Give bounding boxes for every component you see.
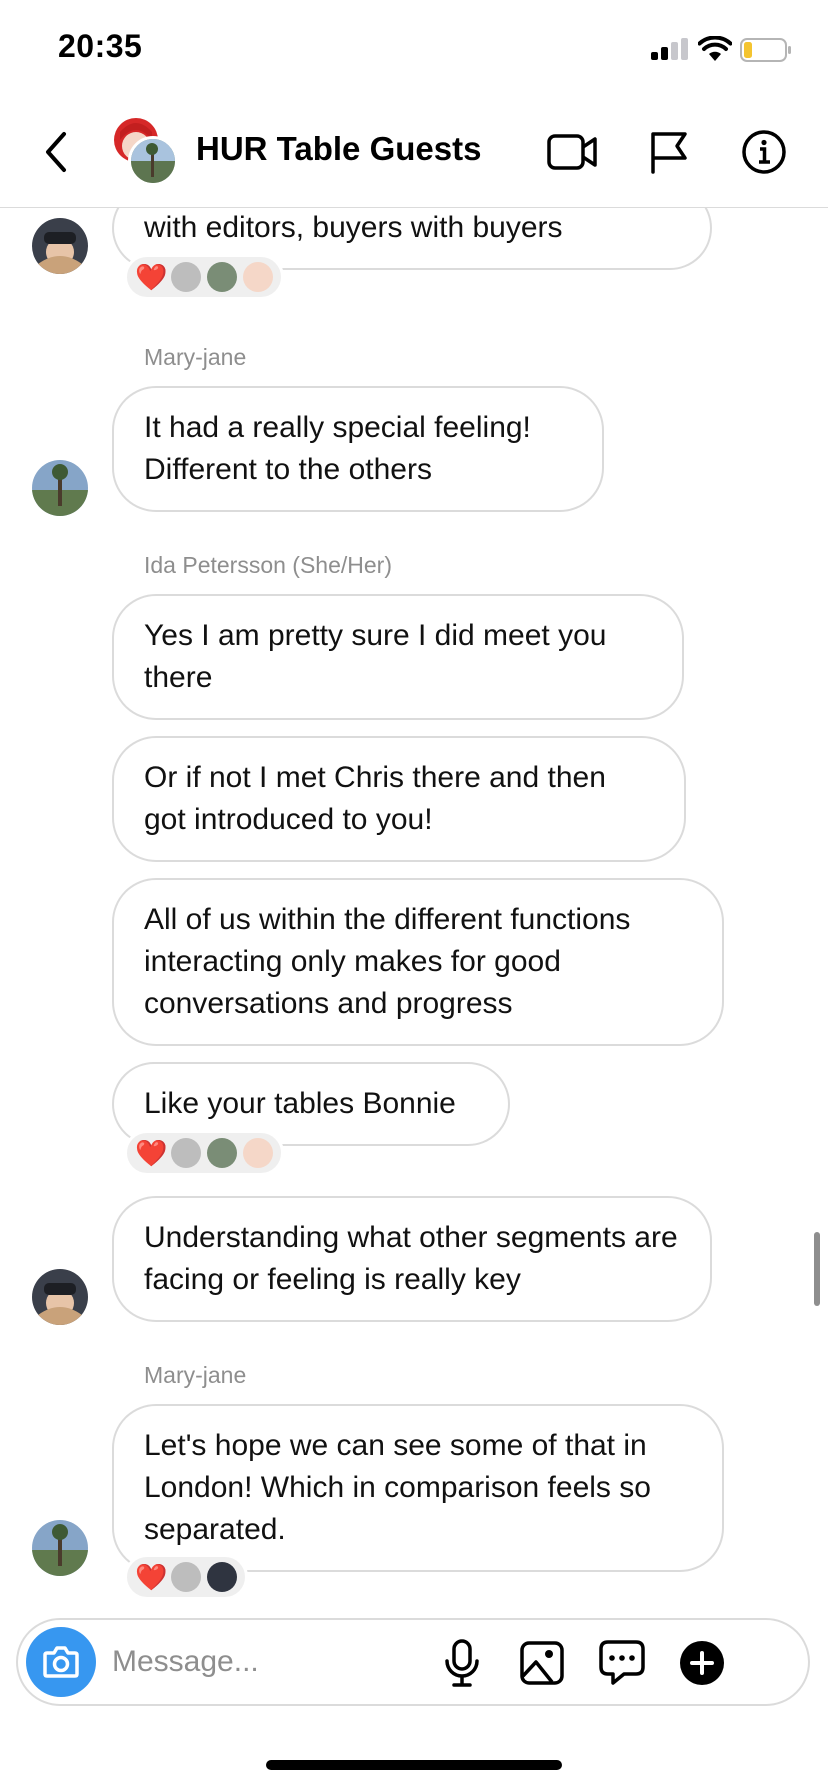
cellular-signal-icon: [651, 38, 689, 60]
microphone-icon[interactable]: [438, 1638, 486, 1688]
sender-avatar[interactable]: [32, 1269, 88, 1325]
status-bar: 20:35: [0, 0, 828, 100]
heart-reaction-icon: ❤️: [135, 1562, 168, 1592]
message-bubble[interactable]: All of us within the different functions…: [112, 878, 724, 1046]
sender-avatar[interactable]: [32, 1520, 88, 1576]
reaction-bar[interactable]: ❤️: [124, 254, 284, 300]
sender-avatar[interactable]: [32, 218, 88, 274]
flag-icon[interactable]: [644, 128, 696, 176]
member-avatar-palms: [128, 136, 178, 186]
reaction-bar[interactable]: ❤️: [124, 1554, 248, 1600]
gallery-icon[interactable]: [518, 1638, 566, 1688]
reactor-avatar: [207, 1138, 237, 1168]
status-time: 20:35: [58, 28, 143, 64]
reactor-avatar: [171, 1562, 201, 1592]
heart-reaction-icon: ❤️: [135, 1138, 168, 1168]
heart-reaction-icon: ❤️: [135, 262, 168, 292]
info-icon[interactable]: [738, 128, 790, 176]
reactor-avatar: [243, 1138, 273, 1168]
reactor-avatar: [207, 1562, 237, 1592]
message-bubble[interactable]: It had a really special feeling! Differe…: [112, 386, 604, 512]
message-composer: [16, 1618, 810, 1706]
back-chevron-icon[interactable]: [38, 128, 74, 176]
reactor-avatar: [171, 1138, 201, 1168]
quick-reply-icon[interactable]: [598, 1638, 646, 1688]
message-bubble[interactable]: Understanding what other segments are fa…: [112, 1196, 712, 1322]
message-input[interactable]: [112, 1640, 492, 1684]
message-thread[interactable]: with editors, buyers with buyers ❤️ Mary…: [0, 208, 828, 1618]
battery-low-icon: [740, 38, 791, 62]
thread-header: HUR Table Guests: [0, 100, 828, 208]
group-avatar[interactable]: [110, 118, 178, 186]
home-indicator: [266, 1760, 562, 1770]
message-bubble[interactable]: Yes I am pretty sure I did meet you ther…: [112, 594, 684, 720]
scrollbar[interactable]: [814, 1232, 820, 1306]
reaction-bar[interactable]: ❤️: [124, 1130, 284, 1176]
camera-button[interactable]: [26, 1627, 96, 1697]
plus-icon[interactable]: [678, 1638, 726, 1688]
reactor-avatar: [243, 262, 273, 292]
sender-name: Mary-jane: [144, 1362, 247, 1388]
message-bubble[interactable]: Or if not I met Chris there and then got…: [112, 736, 686, 862]
reactor-avatar: [207, 262, 237, 292]
sender-name: Mary-jane: [144, 344, 247, 370]
sender-name: Ida Petersson (She/Her): [144, 552, 393, 578]
wifi-icon: [698, 36, 732, 61]
camera-icon: [43, 1646, 79, 1678]
sender-avatar[interactable]: [32, 460, 88, 516]
message-bubble[interactable]: Let's hope we can see some of that in Lo…: [112, 1404, 724, 1572]
reactor-avatar: [171, 262, 201, 292]
video-call-icon[interactable]: [546, 128, 598, 176]
conversation-title[interactable]: HUR Table Guests: [196, 130, 481, 168]
